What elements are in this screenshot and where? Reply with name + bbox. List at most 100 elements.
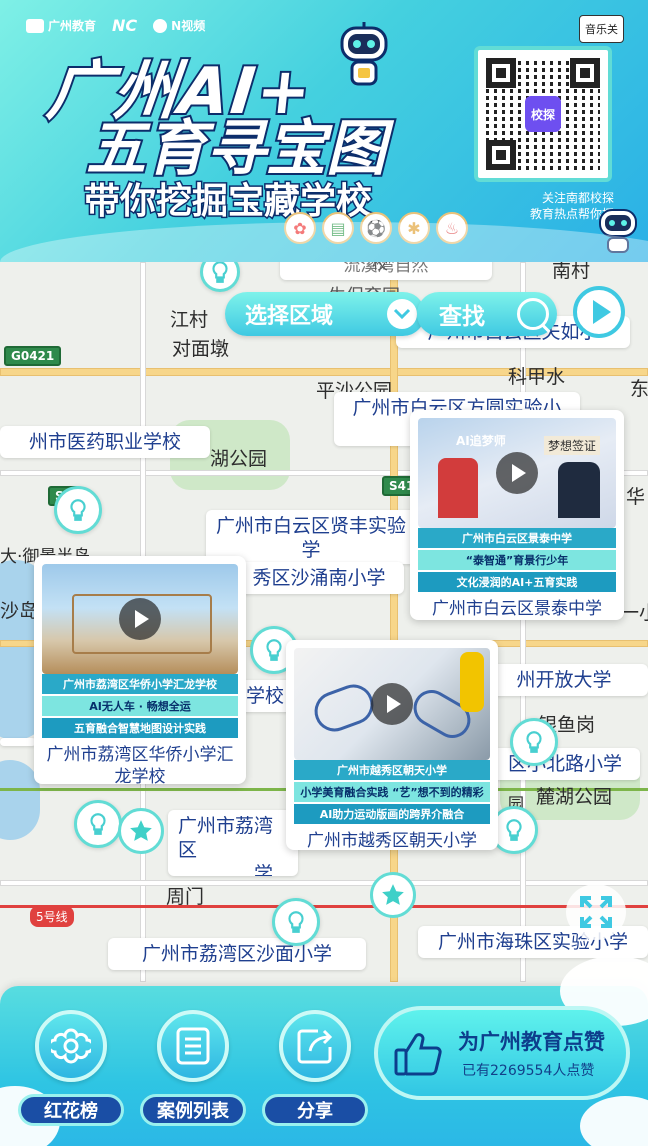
robot-mascot-icon [340, 22, 388, 86]
lightbulb-icon [506, 819, 522, 841]
lightbulb-icon [212, 261, 228, 283]
lightbulb-icon [266, 639, 282, 661]
poster-subtitle: 五育融合智慧地图设计实践 [42, 718, 238, 738]
qr-code: 校探 [474, 46, 612, 182]
school-pin[interactable] [54, 486, 102, 534]
palette-icon: ✱ [398, 212, 430, 244]
place-name: 东 [630, 378, 648, 400]
football-icon: ⚽ [360, 212, 392, 244]
poster-slogan: “泰智通”育景行少年 [418, 550, 616, 570]
road [0, 880, 648, 886]
lightbulb-icon [288, 911, 304, 933]
school-label[interactable]: 秀区沙涌南小学 [234, 562, 404, 594]
share-button[interactable]: 分享 [262, 1010, 368, 1130]
poster-slogan: 小学美育融合实践 “艺”想不到的精彩 [294, 782, 490, 802]
place-name: 江村 [170, 309, 209, 331]
road-shield: G0421 [4, 346, 62, 366]
like-button[interactable]: 为广州教育点赞 已有2269554人点赞 [374, 1006, 630, 1100]
play-icon[interactable] [496, 452, 538, 494]
student-figure [438, 458, 478, 518]
video-thumbnail[interactable] [42, 564, 238, 674]
expand-icon [580, 896, 612, 928]
case-list-button[interactable]: 案例列表 [140, 1010, 246, 1130]
featured-school-pin[interactable] [118, 808, 164, 854]
play-icon[interactable] [119, 598, 161, 640]
share-icon [279, 1010, 351, 1082]
place-name: 对面墩 [172, 338, 230, 360]
logo-guangzhou-edu: 广州教育 [26, 17, 96, 34]
metro-badge: 5号线 [30, 906, 74, 927]
follow-line1: 关注南都校探 [541, 191, 614, 205]
qr-code-image: 校探 [486, 58, 600, 170]
honor-list-button[interactable]: 红花榜 [18, 1010, 124, 1130]
star-icon [382, 884, 404, 905]
partner-logos: 广州教育 NC N视频 [26, 16, 205, 35]
logo-nvideo: N视频 [153, 17, 205, 34]
select-region-label: 选择区域 [245, 304, 334, 329]
school-label[interactable]: 广州市荔湾区 学教育集团 [168, 810, 298, 876]
header-banner: 广州教育 NC N视频 广州AI+ 五育寻宝图 带你挖掘宝藏学校 ✿ ▤ ⚽ ✱… [0, 0, 648, 262]
school-label[interactable] [0, 738, 36, 746]
list-icon [157, 1010, 229, 1082]
place-name: 麓湖公园 [536, 786, 613, 808]
play-tour-button[interactable] [573, 286, 625, 338]
place-name: 湖公园 [210, 448, 268, 470]
share-label: 分享 [262, 1094, 368, 1126]
school-name: 广州市白云区景泰中学 [432, 599, 602, 619]
qr-logo: 校探 [525, 96, 561, 132]
ribbon-icon: ✿ [284, 212, 316, 244]
school-card[interactable]: 广州市荔湾区华侨小学汇龙学校 AI无人车 · 畅想全运 五育融合智慧地图设计实践… [34, 556, 246, 787]
lightbulb-icon [90, 813, 106, 835]
student-figure [460, 652, 484, 712]
map-controls: 选择区域 查找 [225, 286, 640, 342]
metro-line [0, 905, 648, 908]
star-icon [130, 820, 152, 841]
chevron-down-icon [387, 299, 417, 329]
video-thumbnail[interactable]: AI追梦师 梦想签证 [418, 418, 616, 528]
school-label[interactable]: 州开放大学 [480, 664, 648, 696]
lightbulb-icon [526, 731, 542, 753]
place-name: 华 [626, 486, 646, 508]
school-label-line1: 广州市荔湾区 [178, 815, 274, 861]
bottom-action-bar: 红花榜 案例列表 分享 为广州教育点赞 已有2269554人点赞 [0, 956, 648, 1146]
school-name: 广州市荔湾区华侨小学汇龙学校 [46, 745, 234, 787]
school-pin[interactable] [74, 800, 122, 848]
poster-title: 广州市白云区景泰中学 [418, 528, 616, 548]
honor-list-label: 红花榜 [18, 1094, 124, 1126]
decorative-cloud [580, 1096, 648, 1146]
school-pin[interactable] [510, 718, 558, 766]
select-region-button[interactable]: 选择区域 [225, 292, 425, 336]
like-count: 已有2269554人点赞 [462, 1063, 595, 1079]
poster-overlay-text: AI追梦师 [456, 434, 506, 448]
case-list-label: 案例列表 [140, 1094, 246, 1126]
place-name: 周门 [166, 886, 205, 908]
school-label[interactable]: 州市医药职业学校 [0, 426, 210, 458]
featured-school-pin[interactable] [370, 872, 416, 918]
five-education-icons: ✿ ▤ ⚽ ✱ ♨ [284, 212, 468, 244]
school-card[interactable]: AI追梦师 梦想签证 广州市白云区景泰中学 “泰智通”育景行少年 文化浸润的AI… [410, 410, 624, 620]
video-thumbnail[interactable] [294, 648, 490, 760]
school-card[interactable]: 广州市越秀区朝天小学 小学美育融合实践 “艺”想不到的精彩 AI助力运动版画的跨… [286, 640, 498, 851]
school-label[interactable]: 广州市荔湾区沙面小学 [108, 938, 366, 970]
search-label: 查找 [439, 304, 485, 330]
student-figure [558, 462, 600, 518]
like-title: 为广州教育点赞 [458, 1030, 605, 1054]
play-icon[interactable] [371, 683, 413, 725]
thumbs-up-icon [394, 1033, 442, 1076]
chef-hat-icon: ♨ [436, 212, 468, 244]
poster-subtitle: AI助力运动版画的跨界介融合 [294, 804, 490, 824]
lightbulb-icon [70, 499, 86, 521]
school-pin[interactable] [272, 898, 320, 946]
poster-slogan: AI无人车 · 畅想全运 [42, 696, 238, 716]
book-icon: ▤ [322, 212, 354, 244]
school-name: 广州市越秀区朝天小学 [307, 831, 477, 851]
fullscreen-button[interactable] [566, 884, 626, 940]
poster-title: 广州市荔湾区华侨小学汇龙学校 [42, 674, 238, 694]
search-button[interactable]: 查找 [417, 292, 557, 336]
school-label-line2: 学教育集团 [254, 863, 274, 876]
place-name: 沙岛 [0, 600, 39, 622]
logo-nc: NC [112, 16, 138, 35]
robot-mascot-icon [599, 209, 637, 253]
music-toggle-button[interactable]: 音乐关 [579, 15, 624, 43]
print-art-image [308, 678, 380, 738]
